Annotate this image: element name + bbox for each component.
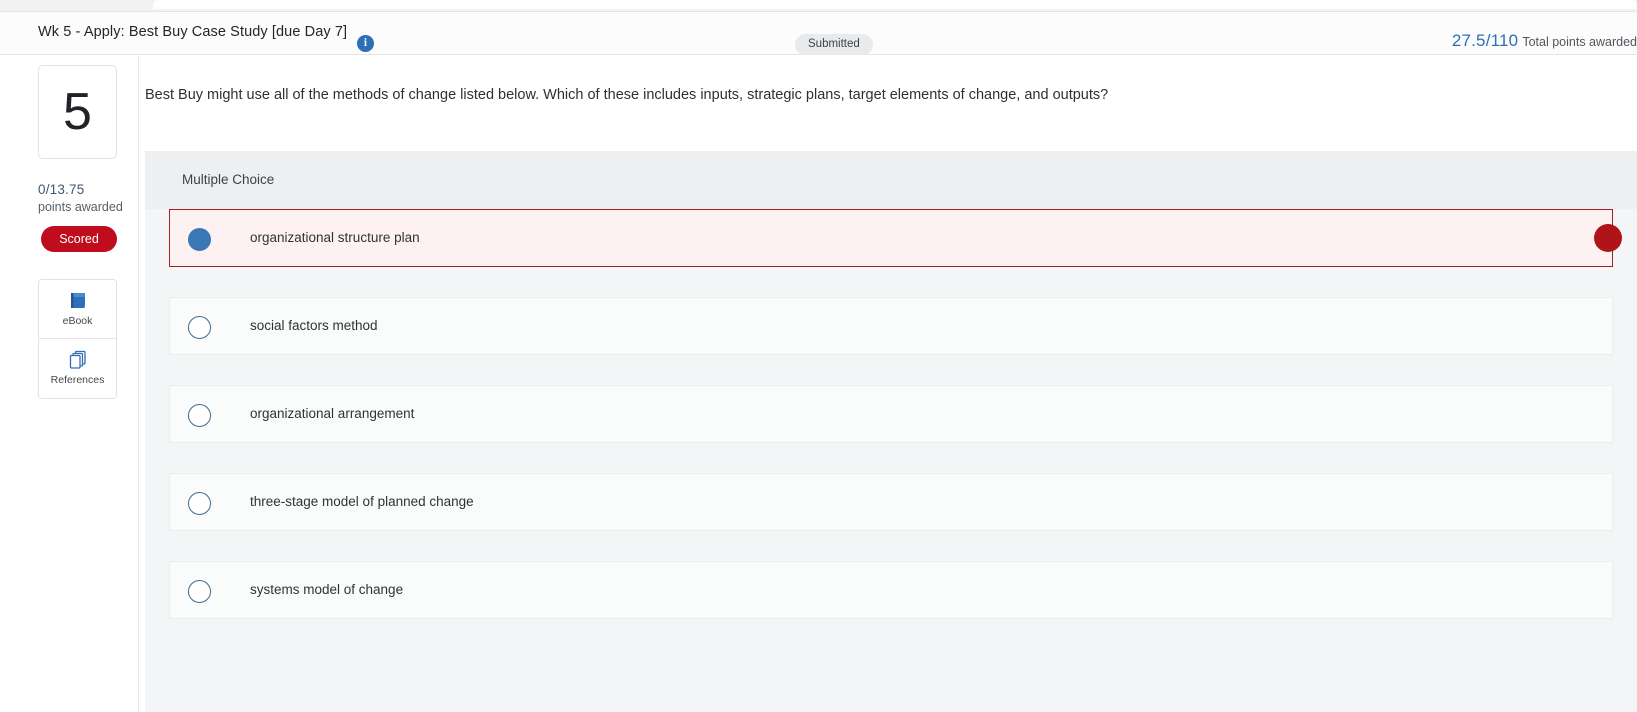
references-button[interactable]: References [39,339,116,398]
status-badge: Submitted [795,34,873,55]
assignment-header: Wk 5 - Apply: Best Buy Case Study [due D… [0,11,1637,55]
question-content: Best Buy might use all of the methods of… [139,56,1637,712]
answer-option[interactable]: organizational arrangement [169,385,1613,443]
book-icon [39,289,116,311]
radio-button-selected[interactable] [188,228,211,251]
option-spacer [145,443,1637,473]
total-points-summary: 27.5/110 Total points awarded [1452,31,1637,51]
pages-stack-icon [39,348,116,370]
answer-options-list: organizational structure plan social fact… [145,209,1637,619]
answer-option-label: social factors method [250,318,378,333]
radio-button[interactable] [188,404,211,427]
option-spacer [145,531,1637,561]
question-sidebar: 5 0/13.75 points awarded Scored eBook Re… [0,56,139,712]
answer-option-label: organizational structure plan [250,230,420,245]
assessment-question-page: Wk 5 - Apply: Best Buy Case Study [due D… [0,0,1637,712]
total-points-label: Total points awarded [1522,35,1637,49]
question-tools: eBook References [38,279,117,399]
answer-panel: Multiple Choice organizational structure… [145,151,1637,712]
answer-option-label: three-stage model of planned change [250,494,474,509]
question-points-awarded-value: 0/13.75 [38,182,85,197]
question-type-label: Multiple Choice [182,172,275,187]
total-points-value: 27.5/110 [1451,31,1519,50]
page-top-strip [0,0,1637,11]
page-top-strip-white-inset [153,0,1637,9]
question-prompt: Best Buy might use all of the methods of… [145,87,1109,103]
radio-button[interactable] [188,580,211,603]
scored-badge: Scored [41,226,117,252]
answer-option[interactable]: systems model of change [169,561,1613,619]
answer-option[interactable]: social factors method [169,297,1613,355]
option-spacer [145,267,1637,297]
answer-option[interactable]: three-stage model of planned change [169,473,1613,531]
answer-option-label: organizational arrangement [250,406,415,421]
answer-option-label: systems model of change [250,582,404,597]
option-spacer [145,355,1637,385]
answer-option[interactable]: organizational structure plan [169,209,1622,267]
question-points-awarded-label: points awarded [38,200,123,214]
references-label: References [50,374,105,386]
ebook-label: eBook [62,315,93,327]
info-icon[interactable]: i [357,35,374,52]
incorrect-answer-marker-icon [1594,224,1622,252]
question-number: 5 [63,83,92,141]
ebook-button[interactable]: eBook [39,280,116,339]
radio-button[interactable] [188,316,211,339]
question-type-bar: Multiple Choice [145,151,1637,209]
question-number-card: 5 [38,65,117,159]
page-title: Wk 5 - Apply: Best Buy Case Study [due D… [38,24,348,40]
radio-button[interactable] [188,492,211,515]
